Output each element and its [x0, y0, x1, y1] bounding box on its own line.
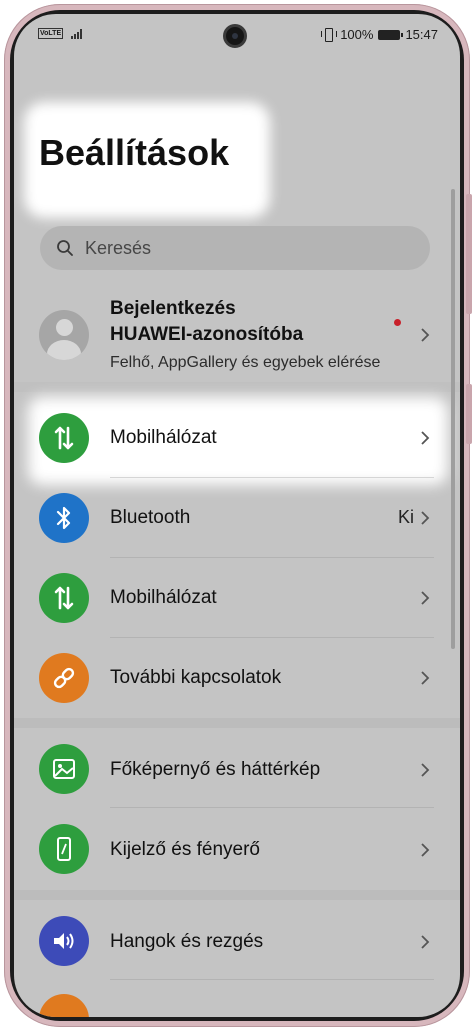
account-title-line1: Bejelentkezés	[110, 298, 236, 319]
screen: VoLTE 100% 15:47 Beállítások Keresés Bej…	[14, 14, 460, 1017]
mobile-data-icon	[39, 413, 89, 463]
chevron-right-icon	[421, 328, 430, 342]
item-label: Kijelző és fényerő	[110, 839, 260, 860]
item-label: Bluetooth	[110, 507, 191, 528]
chevron-right-icon	[421, 763, 430, 777]
item-label: Hangok és rezgés	[110, 931, 264, 952]
search-icon	[57, 240, 73, 256]
settings-item-home-screen[interactable]: Főképernyő és háttérkép	[14, 728, 460, 808]
page-title: Beállítások	[39, 132, 230, 173]
battery-icon	[378, 29, 404, 40]
avatar	[39, 310, 89, 360]
chevron-right-icon	[421, 591, 430, 605]
item-label: További kapcsolatok	[110, 667, 282, 688]
wallpaper-icon	[39, 744, 89, 794]
vibrate-icon	[321, 28, 338, 42]
chevron-right-icon	[421, 671, 430, 685]
bluetooth-icon	[39, 493, 89, 543]
chevron-right-icon	[421, 935, 430, 949]
chevron-right-icon	[421, 511, 430, 525]
section-separator	[14, 718, 460, 728]
mobile-data-icon	[39, 573, 89, 623]
settings-item-sounds[interactable]: Hangok és rezgés	[14, 900, 460, 980]
account-subtitle: Felhő, AppGallery és egyebek elérése	[110, 354, 381, 371]
notification-dot	[394, 319, 401, 326]
front-camera	[223, 24, 247, 48]
search-input[interactable]: Keresés	[40, 226, 430, 270]
item-label: Mobilhálózat	[110, 587, 217, 608]
status-bar: VoLTE 100% 15:47	[14, 14, 460, 60]
search-placeholder: Keresés	[85, 238, 152, 258]
account-title-line2: HUAWEI-azonosítóba	[110, 324, 304, 345]
item-label: Mobilhálózat	[110, 427, 217, 448]
scrollbar[interactable]	[451, 189, 455, 649]
volume-icon	[39, 916, 89, 966]
section-separator	[14, 890, 460, 900]
link-icon	[39, 653, 89, 703]
chevron-right-icon	[421, 843, 430, 857]
side-button-power	[466, 384, 472, 444]
volte-icon: VoLTE	[38, 28, 64, 39]
settings-item-mobile-network[interactable]: Mobilhálózat	[14, 558, 460, 638]
item-label: Főképernyő és háttérkép	[110, 759, 321, 780]
display-icon	[39, 824, 89, 874]
settings-item-partial[interactable]	[39, 994, 89, 1017]
section-separator	[14, 382, 460, 392]
settings-item-more-connections[interactable]: További kapcsolatok	[14, 638, 460, 718]
settings-item-mobile-network-highlighted[interactable]: Mobilhálózat	[14, 398, 460, 478]
bluetooth-status: Ki	[397, 507, 414, 527]
settings-item-display[interactable]: Kijelző és fényerő	[14, 808, 460, 888]
clock: 15:47	[405, 27, 438, 42]
battery-percent: 100%	[340, 27, 374, 42]
side-button-volume	[466, 194, 472, 314]
chevron-right-icon	[421, 431, 430, 445]
settings-item-bluetooth[interactable]: Bluetooth Ki	[14, 478, 460, 558]
signal-icon	[71, 28, 83, 39]
